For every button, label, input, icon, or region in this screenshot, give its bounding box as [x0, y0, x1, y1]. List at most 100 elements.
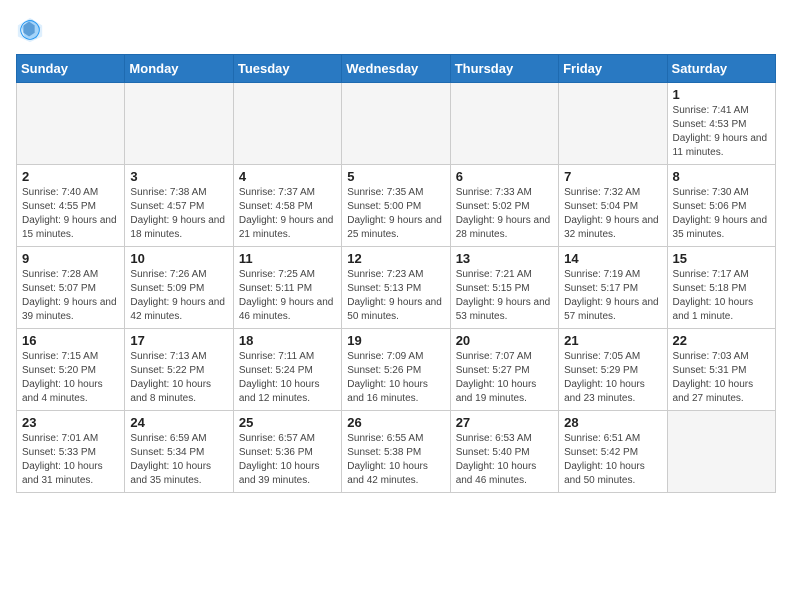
day-number: 16	[22, 333, 119, 348]
day-number: 13	[456, 251, 553, 266]
day-info: Sunrise: 7:30 AM Sunset: 5:06 PM Dayligh…	[673, 186, 770, 242]
day-number: 8	[673, 169, 770, 184]
calendar-cell	[450, 83, 558, 165]
day-info: Sunrise: 7:03 AM Sunset: 5:31 PM Dayligh…	[673, 350, 770, 406]
week-row-3: 16 Sunrise: 7:15 AM Sunset: 5:20 PM Dayli…	[17, 329, 776, 411]
day-info: Sunrise: 6:51 AM Sunset: 5:42 PM Dayligh…	[564, 432, 661, 488]
day-number: 17	[130, 333, 227, 348]
calendar-cell: 12Sunrise: 7:23 AM Sunset: 5:13 PM Dayli…	[342, 247, 450, 329]
day-info: Sunrise: 7:17 AM Sunset: 5:18 PM Dayligh…	[673, 268, 770, 324]
week-row-0: 1 Sunrise: 7:41 AM Sunset: 4:53 PM Daylig…	[17, 83, 776, 165]
day-info: Sunrise: 7:05 AM Sunset: 5:29 PM Dayligh…	[564, 350, 661, 406]
day-info: Sunrise: 7:13 AM Sunset: 5:22 PM Dayligh…	[130, 350, 227, 406]
day-number: 5	[347, 169, 444, 184]
calendar-cell	[667, 411, 775, 493]
calendar-cell: 5 Sunrise: 7:35 AM Sunset: 5:00 PM Daylig…	[342, 165, 450, 247]
logo	[16, 16, 46, 44]
day-info: Sunrise: 6:59 AM Sunset: 5:34 PM Dayligh…	[130, 432, 227, 488]
day-number: 10	[130, 251, 227, 266]
calendar-body: 1 Sunrise: 7:41 AM Sunset: 4:53 PM Daylig…	[17, 83, 776, 493]
calendar-cell: 26 Sunrise: 6:55 AM Sunset: 5:38 PM Dayli…	[342, 411, 450, 493]
day-info: Sunrise: 7:35 AM Sunset: 5:00 PM Dayligh…	[347, 186, 444, 242]
header-saturday: Saturday	[667, 55, 775, 83]
day-number: 1	[673, 87, 770, 102]
week-row-2: 9 Sunrise: 7:28 AM Sunset: 5:07 PM Daylig…	[17, 247, 776, 329]
calendar-cell: 15 Sunrise: 7:17 AM Sunset: 5:18 PM Dayli…	[667, 247, 775, 329]
calendar-cell: 13 Sunrise: 7:21 AM Sunset: 5:15 PM Dayli…	[450, 247, 558, 329]
day-number: 20	[456, 333, 553, 348]
day-number: 4	[239, 169, 336, 184]
day-info: Sunrise: 7:01 AM Sunset: 5:33 PM Dayligh…	[22, 432, 119, 488]
calendar-cell: 28 Sunrise: 6:51 AM Sunset: 5:42 PM Dayli…	[559, 411, 667, 493]
day-info: Sunrise: 7:25 AM Sunset: 5:11 PM Dayligh…	[239, 268, 336, 324]
day-number: 9	[22, 251, 119, 266]
day-number: 22	[673, 333, 770, 348]
calendar-table: SundayMondayTuesdayWednesdayThursdayFrid…	[16, 54, 776, 493]
header-sunday: Sunday	[17, 55, 125, 83]
day-info: Sunrise: 7:11 AM Sunset: 5:24 PM Dayligh…	[239, 350, 336, 406]
header-friday: Friday	[559, 55, 667, 83]
calendar-cell: 10Sunrise: 7:26 AM Sunset: 5:09 PM Dayli…	[125, 247, 233, 329]
calendar-cell: 23 Sunrise: 7:01 AM Sunset: 5:33 PM Dayli…	[17, 411, 125, 493]
day-info: Sunrise: 7:19 AM Sunset: 5:17 PM Dayligh…	[564, 268, 661, 324]
header-tuesday: Tuesday	[233, 55, 341, 83]
calendar-cell: 18 Sunrise: 7:11 AM Sunset: 5:24 PM Dayli…	[233, 329, 341, 411]
header-wednesday: Wednesday	[342, 55, 450, 83]
calendar-cell: 3 Sunrise: 7:38 AM Sunset: 4:57 PM Daylig…	[125, 165, 233, 247]
calendar-cell: 25 Sunrise: 6:57 AM Sunset: 5:36 PM Dayli…	[233, 411, 341, 493]
day-number: 15	[673, 251, 770, 266]
day-info: Sunrise: 7:38 AM Sunset: 4:57 PM Dayligh…	[130, 186, 227, 242]
week-row-4: 23 Sunrise: 7:01 AM Sunset: 5:33 PM Dayli…	[17, 411, 776, 493]
header-monday: Monday	[125, 55, 233, 83]
day-number: 27	[456, 415, 553, 430]
day-number: 28	[564, 415, 661, 430]
calendar-cell: 24 Sunrise: 6:59 AM Sunset: 5:34 PM Dayli…	[125, 411, 233, 493]
logo-icon	[16, 16, 44, 44]
calendar-cell: 7 Sunrise: 7:32 AM Sunset: 5:04 PM Daylig…	[559, 165, 667, 247]
day-info: Sunrise: 6:53 AM Sunset: 5:40 PM Dayligh…	[456, 432, 553, 488]
day-info: Sunrise: 7:15 AM Sunset: 5:20 PM Dayligh…	[22, 350, 119, 406]
calendar-cell: 16 Sunrise: 7:15 AM Sunset: 5:20 PM Dayli…	[17, 329, 125, 411]
calendar-cell: 22 Sunrise: 7:03 AM Sunset: 5:31 PM Dayli…	[667, 329, 775, 411]
calendar-cell: 27 Sunrise: 6:53 AM Sunset: 5:40 PM Dayli…	[450, 411, 558, 493]
calendar-cell: 1 Sunrise: 7:41 AM Sunset: 4:53 PM Daylig…	[667, 83, 775, 165]
day-info: Sunrise: 6:57 AM Sunset: 5:36 PM Dayligh…	[239, 432, 336, 488]
calendar-cell: 4 Sunrise: 7:37 AM Sunset: 4:58 PM Daylig…	[233, 165, 341, 247]
day-info: Sunrise: 7:37 AM Sunset: 4:58 PM Dayligh…	[239, 186, 336, 242]
calendar-cell: 21 Sunrise: 7:05 AM Sunset: 5:29 PM Dayli…	[559, 329, 667, 411]
calendar-cell: 8 Sunrise: 7:30 AM Sunset: 5:06 PM Daylig…	[667, 165, 775, 247]
day-info: Sunrise: 6:55 AM Sunset: 5:38 PM Dayligh…	[347, 432, 444, 488]
calendar-cell: 9 Sunrise: 7:28 AM Sunset: 5:07 PM Daylig…	[17, 247, 125, 329]
calendar-cell: 6 Sunrise: 7:33 AM Sunset: 5:02 PM Daylig…	[450, 165, 558, 247]
calendar-cell: 11Sunrise: 7:25 AM Sunset: 5:11 PM Dayli…	[233, 247, 341, 329]
day-info: Sunrise: 7:28 AM Sunset: 5:07 PM Dayligh…	[22, 268, 119, 324]
day-number: 7	[564, 169, 661, 184]
day-number: 25	[239, 415, 336, 430]
day-number: 2	[22, 169, 119, 184]
day-number: 21	[564, 333, 661, 348]
day-number: 6	[456, 169, 553, 184]
day-info: Sunrise: 7:33 AM Sunset: 5:02 PM Dayligh…	[456, 186, 553, 242]
day-number: 24	[130, 415, 227, 430]
calendar-cell	[125, 83, 233, 165]
day-number: 3	[130, 169, 227, 184]
day-info: Sunrise: 7:41 AM Sunset: 4:53 PM Dayligh…	[673, 104, 770, 160]
day-info: Sunrise: 7:21 AM Sunset: 5:15 PM Dayligh…	[456, 268, 553, 324]
header-thursday: Thursday	[450, 55, 558, 83]
day-number: 18	[239, 333, 336, 348]
header-row: SundayMondayTuesdayWednesdayThursdayFrid…	[17, 55, 776, 83]
page-header	[16, 16, 776, 44]
day-number: 12	[347, 251, 444, 266]
day-number: 23	[22, 415, 119, 430]
calendar-header: SundayMondayTuesdayWednesdayThursdayFrid…	[17, 55, 776, 83]
calendar-cell: 19Sunrise: 7:09 AM Sunset: 5:26 PM Dayli…	[342, 329, 450, 411]
calendar-cell	[233, 83, 341, 165]
day-number: 26	[347, 415, 444, 430]
calendar-cell	[342, 83, 450, 165]
day-info: Sunrise: 7:32 AM Sunset: 5:04 PM Dayligh…	[564, 186, 661, 242]
day-info: Sunrise: 7:40 AM Sunset: 4:55 PM Dayligh…	[22, 186, 119, 242]
calendar-cell: 2 Sunrise: 7:40 AM Sunset: 4:55 PM Daylig…	[17, 165, 125, 247]
day-info: Sunrise: 7:09 AM Sunset: 5:26 PM Dayligh…	[347, 350, 444, 406]
calendar-cell	[559, 83, 667, 165]
day-number: 14	[564, 251, 661, 266]
